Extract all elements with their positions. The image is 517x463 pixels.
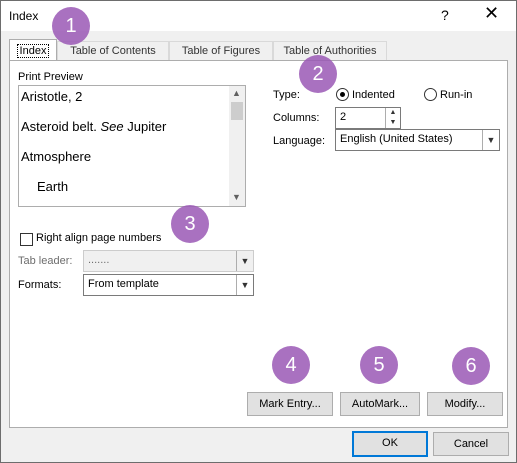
right-align-label: Right align page numbers <box>36 232 162 244</box>
tab-index[interactable]: Index <box>9 39 57 62</box>
callout-badge-6: 6 <box>452 347 490 385</box>
print-preview-box: Aristotle, 2 Asteroid belt. See Jupiter … <box>18 85 246 207</box>
preview-line: Asteroid belt. See Jupiter <box>21 119 167 134</box>
callout-badge-2: 2 <box>299 55 337 93</box>
formats-label: Formats: <box>18 279 62 291</box>
index-dialog: Index ? ✕ Index Table of Contents Table … <box>0 0 517 463</box>
callout-badge-1: 1 <box>52 7 90 45</box>
preview-line: Earth <box>37 179 69 194</box>
type-label: Type: <box>273 89 300 101</box>
mark-entry-button[interactable]: Mark Entry... <box>247 392 333 416</box>
language-label: Language: <box>273 135 325 147</box>
modify-button[interactable]: Modify... <box>427 392 503 416</box>
scroll-up-icon[interactable]: ▲ <box>232 88 241 98</box>
help-button[interactable]: ? <box>441 7 449 23</box>
tab-leader-label: Tab leader: <box>18 255 73 267</box>
scroll-thumb[interactable] <box>231 102 243 120</box>
automark-button[interactable]: AutoMark... <box>340 392 420 416</box>
spin-up-icon: ▲ <box>389 109 397 116</box>
cancel-button[interactable]: Cancel <box>433 432 509 456</box>
chevron-down-icon: ▼ <box>236 275 253 295</box>
ok-button[interactable]: OK <box>352 431 428 457</box>
print-preview-label: Print Preview <box>18 71 83 83</box>
language-select[interactable]: English (United States) ▼ <box>335 129 500 151</box>
formats-select[interactable]: From template ▼ <box>83 274 254 296</box>
preview-line: Aristotle, 2 <box>21 89 83 104</box>
tab-table-of-figures[interactable]: Table of Figures <box>169 41 273 60</box>
indented-radio[interactable] <box>336 88 349 101</box>
run-in-label: Run-in <box>440 89 473 101</box>
columns-spinner[interactable]: 2 ▲ ▼ <box>335 107 401 129</box>
window-title: Index <box>9 9 39 23</box>
tab-leader-select: ....... ▼ <box>83 250 254 272</box>
callout-badge-5: 5 <box>360 346 398 384</box>
preview-line: Atmosphere <box>21 149 92 164</box>
chevron-down-icon: ▼ <box>482 130 499 150</box>
callout-badge-3: 3 <box>171 205 209 243</box>
indented-label: Indented <box>352 89 395 101</box>
run-in-radio[interactable] <box>424 88 437 101</box>
preview-scrollbar[interactable]: ▲ ▼ <box>229 86 245 206</box>
columns-label: Columns: <box>273 112 320 124</box>
scroll-down-icon[interactable]: ▼ <box>232 192 241 202</box>
chevron-down-icon: ▼ <box>236 251 253 271</box>
close-button[interactable]: ✕ <box>484 4 499 22</box>
right-align-checkbox[interactable] <box>20 233 33 246</box>
tab-table-of-authorities[interactable]: Table of Authorities <box>273 41 387 60</box>
callout-badge-4: 4 <box>272 346 310 384</box>
index-tab-panel: Print Preview Aristotle, 2 Asteroid belt… <box>9 60 508 428</box>
spin-down-icon: ▼ <box>389 119 397 126</box>
